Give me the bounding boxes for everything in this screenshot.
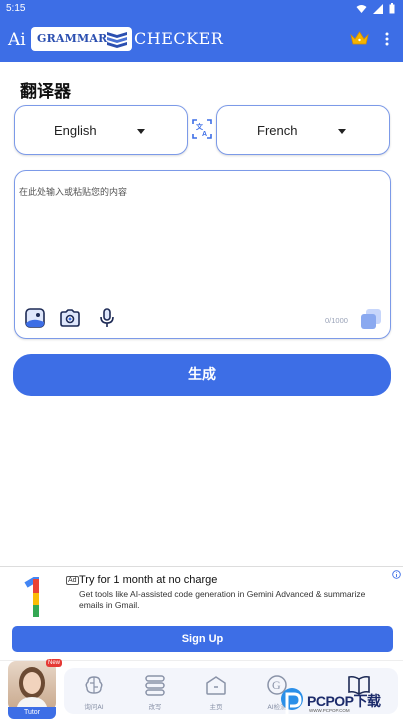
status-icons — [356, 3, 395, 14]
chevron-down-icon — [338, 129, 346, 134]
svg-text:A: A — [202, 131, 207, 138]
google-one-logo-icon — [24, 577, 39, 617]
page-title: 翻译器 — [20, 82, 71, 102]
ad-info-icon[interactable] — [392, 570, 401, 579]
tutor-avatar — [8, 661, 56, 711]
status-bar: 5:15 — [0, 0, 403, 18]
tutor-button[interactable]: New Tutor — [0, 659, 64, 720]
source-language-label: English — [54, 123, 97, 138]
input-card: 0/1000 — [14, 170, 391, 339]
more-vert-icon[interactable] — [384, 32, 390, 46]
pcpop-logo-icon — [281, 688, 303, 716]
nav-label: 询问AI — [84, 703, 104, 711]
nav-item-ask-ai[interactable]: 询问AI — [64, 668, 124, 714]
battery-icon — [389, 3, 395, 14]
ad-title: Try for 1 month at no charge — [79, 574, 218, 586]
wifi-icon — [356, 4, 367, 13]
tutor-label: Tutor — [8, 707, 56, 719]
rewrite-icon — [145, 675, 165, 696]
translation-input[interactable] — [19, 185, 379, 305]
camera-icon[interactable] — [60, 309, 80, 327]
char-count: 0/1000 — [325, 316, 348, 325]
target-language-label: French — [257, 123, 298, 138]
status-time: 5:15 — [6, 3, 26, 14]
ad-description: Get tools like AI-assisted code generati… — [79, 589, 366, 610]
source-language-select[interactable]: English — [14, 105, 188, 155]
svg-text:文: 文 — [196, 122, 204, 131]
nav-label: 主页 — [209, 703, 223, 711]
logo-ai-text: Ai — [8, 30, 26, 50]
books-icon — [107, 32, 127, 48]
gallery-icon[interactable] — [25, 308, 45, 328]
watermark-sub: WWW.PCPOP.COM — [309, 708, 350, 713]
chevron-down-icon — [137, 129, 145, 134]
logo-badge: GRAMMAR — [31, 27, 132, 51]
microphone-icon[interactable] — [99, 308, 115, 328]
ai-brain-icon — [85, 676, 103, 694]
app-bar: Ai GRAMMAR CHECKER — [0, 18, 403, 62]
crown-icon[interactable] — [350, 31, 369, 46]
nav-item-home[interactable]: 主页 — [186, 668, 246, 714]
nav-label: 改写 — [148, 703, 162, 711]
logo-checker-text: CHECKER — [134, 29, 224, 48]
ad-badge: Ad — [66, 576, 79, 585]
copy-icon[interactable] — [360, 308, 382, 330]
nav-item-rewrite[interactable]: 改写 — [125, 668, 185, 714]
ad-signup-button[interactable]: Sign Up — [12, 626, 393, 652]
generate-button[interactable]: 生成 — [13, 354, 391, 396]
ad-banner[interactable]: Ad Try for 1 month at no charge Get tool… — [0, 566, 403, 659]
swap-languages-icon[interactable]: 文 A — [191, 118, 213, 140]
target-language-select[interactable]: French — [216, 105, 390, 155]
new-badge: New — [46, 659, 63, 667]
home-icon — [206, 676, 226, 695]
signal-icon — [373, 3, 383, 14]
logo-grammar-text: GRAMMAR — [37, 32, 108, 45]
